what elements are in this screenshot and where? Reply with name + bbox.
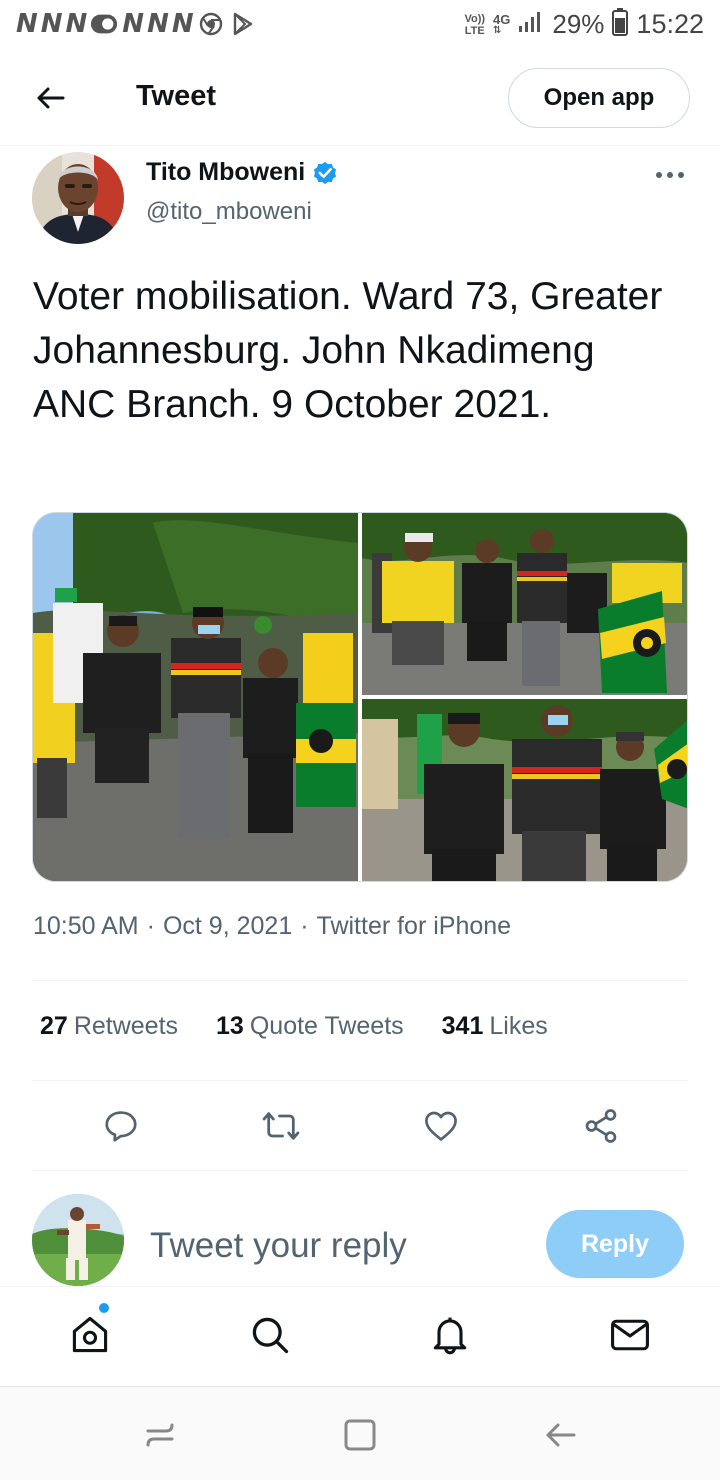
tweet-meta: 10:50 AM · Oct 9, 2021 · Twitter for iPh… xyxy=(33,912,511,941)
notification-n-icon: N xyxy=(40,9,63,39)
divider xyxy=(32,1170,688,1171)
user-avatar[interactable] xyxy=(32,1194,124,1286)
retweet-icon xyxy=(262,1112,300,1140)
tweet-source[interactable]: Twitter for iPhone xyxy=(317,912,512,941)
notification-n-icon: N xyxy=(171,9,194,39)
tweet-stats: 27 Retweets 13 Quote Tweets 341 Likes xyxy=(40,1012,548,1041)
retweet-action-button[interactable] xyxy=(255,1100,307,1152)
back-arrow-icon xyxy=(546,1423,576,1447)
play-store-icon xyxy=(229,10,257,38)
share-icon xyxy=(585,1109,617,1143)
home-nav-button[interactable] xyxy=(338,1413,382,1457)
tab-notifications[interactable] xyxy=(424,1309,476,1361)
more-dot xyxy=(667,172,673,178)
page-title: Tweet xyxy=(136,80,217,112)
status-bar: N N N N N N Vo)) LTE 4G ⇅ 29% 15:22 xyxy=(0,0,720,50)
author-avatar[interactable] xyxy=(32,152,124,244)
tweet-text: Voter mobilisation. Ward 73, Greater Joh… xyxy=(33,275,663,426)
more-dot xyxy=(678,172,684,178)
divider xyxy=(32,980,688,981)
recent-apps-button[interactable] xyxy=(138,1413,182,1457)
signal-icon xyxy=(518,10,544,39)
stat-value: 27 xyxy=(40,1012,68,1040)
more-options-button[interactable] xyxy=(650,160,690,190)
notification-n-icon: N xyxy=(65,9,88,39)
like-action-button[interactable] xyxy=(415,1100,467,1152)
system-indicators: Vo)) LTE 4G ⇅ 29% 15:22 xyxy=(464,8,704,41)
chrome-icon xyxy=(197,10,225,38)
notifications-icon xyxy=(433,1317,467,1355)
recent-apps-icon xyxy=(146,1423,174,1447)
tweet-date: Oct 9, 2021 xyxy=(162,912,293,940)
back-nav-button[interactable] xyxy=(538,1413,582,1457)
bottom-tab-bar xyxy=(0,1286,720,1384)
notification-toggle-icon xyxy=(90,10,118,38)
author-name[interactable]: Tito Mboweni xyxy=(146,158,305,187)
reply-action-button[interactable] xyxy=(95,1100,147,1152)
top-bar: Tweet Open app xyxy=(0,58,720,146)
battery-icon xyxy=(612,8,629,41)
open-app-button[interactable]: Open app xyxy=(508,68,690,128)
stat-label: Likes xyxy=(489,1012,548,1040)
tab-search[interactable] xyxy=(244,1309,296,1361)
notification-icons: N N N N N N xyxy=(16,10,257,38)
like-icon xyxy=(425,1111,457,1141)
more-dot xyxy=(656,172,662,178)
share-action-button[interactable] xyxy=(575,1100,627,1152)
messages-icon xyxy=(611,1319,649,1351)
clock: 15:22 xyxy=(636,9,704,39)
arrow-left-icon xyxy=(37,87,65,109)
notification-n-icon: N xyxy=(122,9,144,39)
meta-separator: · xyxy=(146,912,155,940)
tweet-photo-3[interactable] xyxy=(362,699,687,881)
search-icon xyxy=(252,1317,289,1354)
divider xyxy=(32,1080,688,1081)
stat-value: 13 xyxy=(216,1012,244,1040)
quote-tweets-stat[interactable]: 13 Quote Tweets xyxy=(216,1012,404,1041)
reply-button[interactable]: Reply xyxy=(546,1210,684,1278)
home-icon xyxy=(72,1316,108,1353)
back-button[interactable] xyxy=(28,76,72,120)
stat-value: 341 xyxy=(441,1012,484,1040)
media-grid xyxy=(32,512,688,882)
meta-separator: · xyxy=(300,912,309,940)
volte-indicator: Vo)) LTE xyxy=(464,12,486,37)
tweet-photo-2[interactable] xyxy=(362,513,687,695)
stat-label: Retweets xyxy=(73,1012,179,1040)
tab-home[interactable] xyxy=(64,1302,116,1361)
tweet-actions xyxy=(0,1100,720,1152)
stat-label: Quote Tweets xyxy=(249,1012,404,1040)
notification-n-icon: N xyxy=(16,9,38,39)
battery-percent: 29% xyxy=(552,9,605,39)
verified-badge-icon xyxy=(314,161,337,184)
notification-n-icon: N xyxy=(147,9,169,39)
reply-icon xyxy=(105,1111,137,1142)
author-name-row[interactable]: Tito Mboweni xyxy=(146,158,339,187)
likes-stat[interactable]: 341 Likes xyxy=(442,1012,548,1041)
home-notification-dot xyxy=(98,1302,110,1314)
tab-messages[interactable] xyxy=(604,1309,656,1361)
tweet-photo-1[interactable] xyxy=(33,513,358,881)
system-navigation-bar xyxy=(0,1386,720,1480)
retweets-stat[interactable]: 27 Retweets xyxy=(40,1012,178,1041)
tweet-time: 10:50 AM xyxy=(33,912,139,940)
author-handle[interactable]: @tito_mboweni xyxy=(146,198,312,226)
network-type: 4G ⇅ xyxy=(493,12,511,36)
reply-input[interactable] xyxy=(150,1222,530,1270)
home-square-icon xyxy=(344,1419,376,1451)
